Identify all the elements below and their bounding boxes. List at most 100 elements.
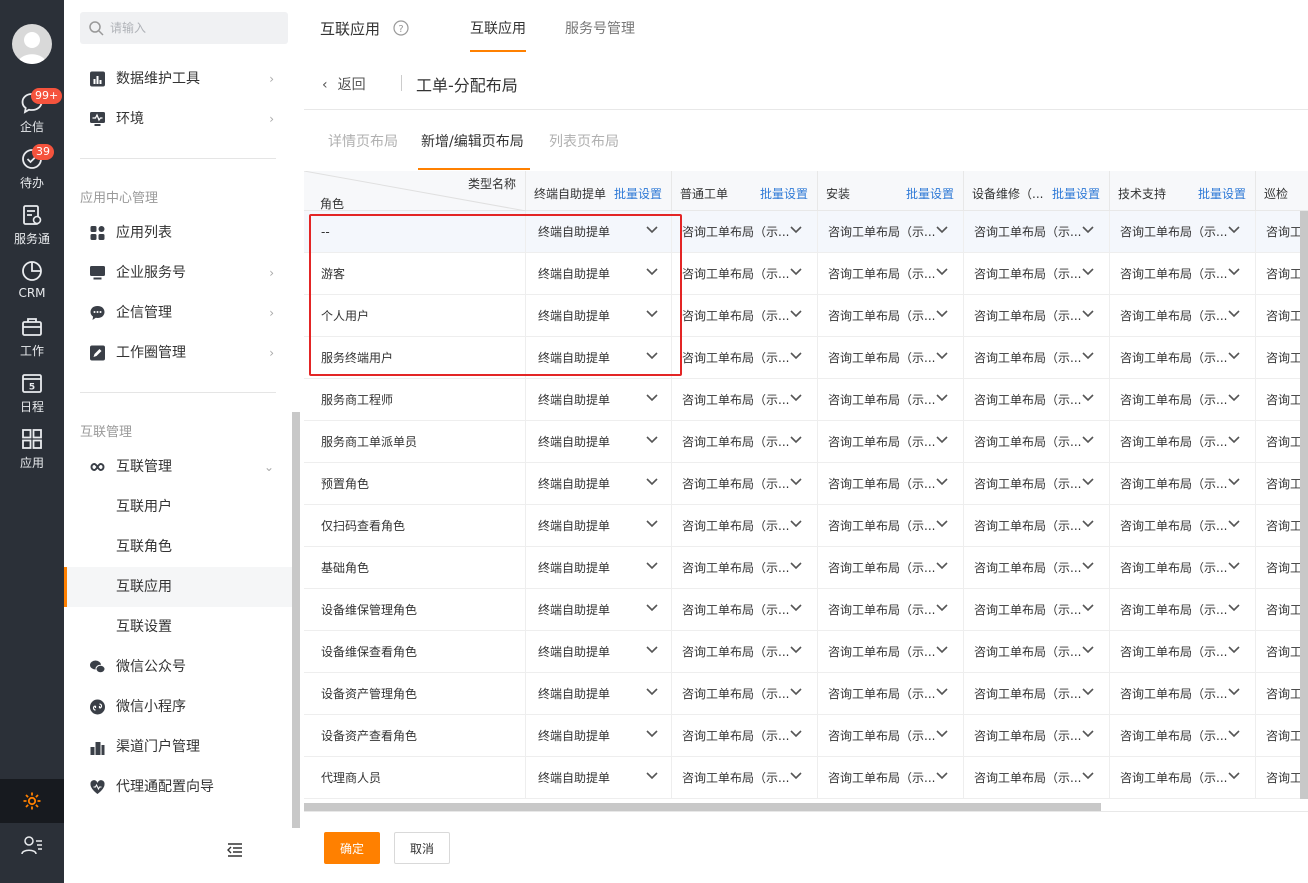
table-horizontal-scrollbar[interactable] [304, 803, 1101, 811]
rail-item-check-circle[interactable]: 待办 39 [0, 144, 64, 198]
layout-select[interactable]: 终端自助提单 [526, 673, 672, 715]
layout-select[interactable]: 咨询工单布局（示... [818, 547, 964, 589]
layout-select[interactable]: 咨询工单布局（示... [672, 211, 818, 253]
sidebar-item-interconnect-apps[interactable]: 互联应用 [64, 567, 292, 607]
sidebar-item-app-list[interactable]: 应用列表 [64, 213, 292, 253]
table-vertical-scrollbar[interactable] [1300, 211, 1308, 799]
layout-select[interactable]: 咨询工单布局（示... [964, 673, 1110, 715]
layout-select[interactable]: 咨询工单布局（示... [964, 757, 1110, 799]
batch-set-link[interactable]: 批量设置 [614, 185, 662, 202]
layout-select[interactable]: 咨询工单布局（示... [672, 631, 818, 673]
layout-select[interactable]: 咨询工单布局（示... [1110, 337, 1256, 379]
layout-select[interactable]: 咨询工单布局（示... [1110, 589, 1256, 631]
layout-select[interactable]: 咨询工单布局（示... [964, 589, 1110, 631]
contacts-button[interactable] [0, 824, 64, 868]
sidebar-item-wechat-mini[interactable]: 微信小程序 [64, 687, 292, 727]
layout-select[interactable]: 咨询工单布局（示... [672, 757, 818, 799]
layout-select[interactable]: 咨询工单布局（示... [1110, 673, 1256, 715]
layout-select[interactable]: 咨询工单布局（示... [818, 673, 964, 715]
rail-item-briefcase[interactable]: 工作 [0, 314, 64, 366]
sidebar-item-work-circle[interactable]: 工作圈管理 › [64, 333, 292, 373]
tab-edit-layout[interactable]: 新增/编辑页布局 [421, 131, 524, 151]
batch-set-link[interactable]: 批量设置 [760, 185, 808, 202]
layout-select[interactable]: 咨询工单布局（示... [964, 631, 1110, 673]
layout-select[interactable]: 咨询工单布局（示... [672, 421, 818, 463]
layout-select[interactable]: 咨询工单布局（示... [672, 463, 818, 505]
rail-item-chat[interactable]: 企信 99+ [0, 88, 64, 142]
rail-item-apps-grid[interactable]: 应用 [0, 426, 64, 478]
tab-service-account[interactable]: 服务号管理 [565, 18, 635, 38]
layout-select[interactable]: 终端自助提单 [526, 505, 672, 547]
layout-select[interactable]: 终端自助提单 [526, 379, 672, 421]
rail-item-calendar[interactable]: 5 日程 [0, 370, 64, 422]
rail-item-crm-pie[interactable]: CRM [0, 258, 64, 310]
sidebar-group-interconnect[interactable]: 互联管理 ⌄ [64, 447, 292, 487]
layout-select[interactable]: 终端自助提单 [526, 337, 672, 379]
layout-select[interactable]: 终端自助提单 [526, 463, 672, 505]
layout-select[interactable]: 咨询工单布局（示... [1110, 757, 1256, 799]
sidebar-item-wechat-official[interactable]: 微信公众号 [64, 647, 292, 687]
layout-select[interactable]: 咨询工单布局（示... [964, 211, 1110, 253]
tab-list-layout[interactable]: 列表页布局 [549, 131, 619, 151]
layout-select[interactable]: 终端自助提单 [526, 589, 672, 631]
layout-select[interactable]: 终端自助提单 [526, 211, 672, 253]
sidebar-item-environment[interactable]: 环境 › [64, 99, 292, 139]
layout-select[interactable]: 咨询工单布局（示... [964, 547, 1110, 589]
layout-select[interactable]: 咨询工单布局（示... [964, 421, 1110, 463]
layout-select[interactable]: 终端自助提单 [526, 547, 672, 589]
help-icon[interactable]: ? [393, 20, 409, 36]
layout-select[interactable]: 咨询工单布局（示... [1110, 421, 1256, 463]
sidebar-scrollbar[interactable] [292, 412, 300, 828]
layout-select[interactable]: 咨询工单布局（示... [818, 631, 964, 673]
layout-select[interactable]: 咨询工单布局（示... [1110, 715, 1256, 757]
collapse-menu-icon[interactable] [226, 842, 244, 858]
layout-select[interactable]: 咨询工单布局（示... [818, 463, 964, 505]
layout-select[interactable]: 咨询工单布局（示... [672, 253, 818, 295]
tab-interconnect-apps[interactable]: 互联应用 [470, 18, 526, 38]
layout-select[interactable]: 咨询工单布局（示... [964, 253, 1110, 295]
layout-select[interactable]: 咨询工单布局（示... [1110, 379, 1256, 421]
layout-select[interactable]: 咨询工单布局（示... [818, 337, 964, 379]
tab-detail-layout[interactable]: 详情页布局 [328, 131, 398, 151]
confirm-button[interactable]: 确定 [324, 832, 380, 864]
user-avatar[interactable] [12, 24, 52, 64]
layout-select[interactable]: 咨询工单布局（示... [1110, 295, 1256, 337]
back-button[interactable]: ‹ 返回 [322, 74, 366, 94]
layout-select[interactable]: 咨询工单布局（示... [672, 337, 818, 379]
layout-select[interactable]: 咨询工单布局（示... [672, 589, 818, 631]
layout-select[interactable]: 咨询工单布局（示... [1110, 211, 1256, 253]
batch-set-link[interactable]: 批量设置 [906, 185, 954, 202]
cancel-button[interactable]: 取消 [394, 832, 450, 864]
layout-select[interactable]: 终端自助提单 [526, 757, 672, 799]
sidebar-item-qixin-manage[interactable]: 企信管理 › [64, 293, 292, 333]
layout-select[interactable]: 咨询工单布局（示... [1110, 547, 1256, 589]
layout-select[interactable]: 咨询工单布局（示... [818, 211, 964, 253]
layout-select[interactable]: 咨询工单布局（示... [818, 253, 964, 295]
layout-select[interactable]: 终端自助提单 [526, 295, 672, 337]
layout-select[interactable]: 咨询工单布局（示... [818, 757, 964, 799]
layout-select[interactable]: 咨询工单布局（示... [964, 295, 1110, 337]
layout-select[interactable]: 咨询工单布局（示... [964, 505, 1110, 547]
layout-select[interactable]: 咨询工单布局（示... [818, 505, 964, 547]
sidebar-item-interconnect-users[interactable]: 互联用户 [64, 487, 292, 527]
layout-select[interactable]: 咨询工单布局（示... [1110, 505, 1256, 547]
sidebar-item-interconnect-settings[interactable]: 互联设置 [64, 607, 292, 647]
layout-select[interactable]: 咨询工单布局（示... [672, 715, 818, 757]
layout-select[interactable]: 终端自助提单 [526, 421, 672, 463]
layout-select[interactable]: 咨询工单布局（示... [672, 547, 818, 589]
layout-select[interactable]: 咨询工单布局（示... [964, 379, 1110, 421]
layout-select[interactable]: 终端自助提单 [526, 715, 672, 757]
settings-gear-button[interactable] [0, 779, 64, 823]
layout-select[interactable]: 终端自助提单 [526, 253, 672, 295]
layout-select[interactable]: 咨询工单布局（示... [964, 715, 1110, 757]
layout-select[interactable]: 咨询工单布局（示... [818, 421, 964, 463]
layout-select[interactable]: 咨询工单布局（示... [964, 337, 1110, 379]
layout-select[interactable]: 咨询工单布局（示... [1110, 631, 1256, 673]
layout-select[interactable]: 咨询工单布局（示... [964, 463, 1110, 505]
layout-select[interactable]: 咨询工单布局（示... [672, 673, 818, 715]
layout-select[interactable]: 咨询工单布局（示... [1110, 463, 1256, 505]
sidebar-item-data-tools[interactable]: 数据维护工具 › [64, 59, 292, 99]
sidebar-item-agent-wizard[interactable]: 代理通配置向导 [64, 767, 292, 807]
layout-select[interactable]: 咨询工单布局（示... [818, 715, 964, 757]
sidebar-item-enterprise-service[interactable]: 企业服务号 › [64, 253, 292, 293]
